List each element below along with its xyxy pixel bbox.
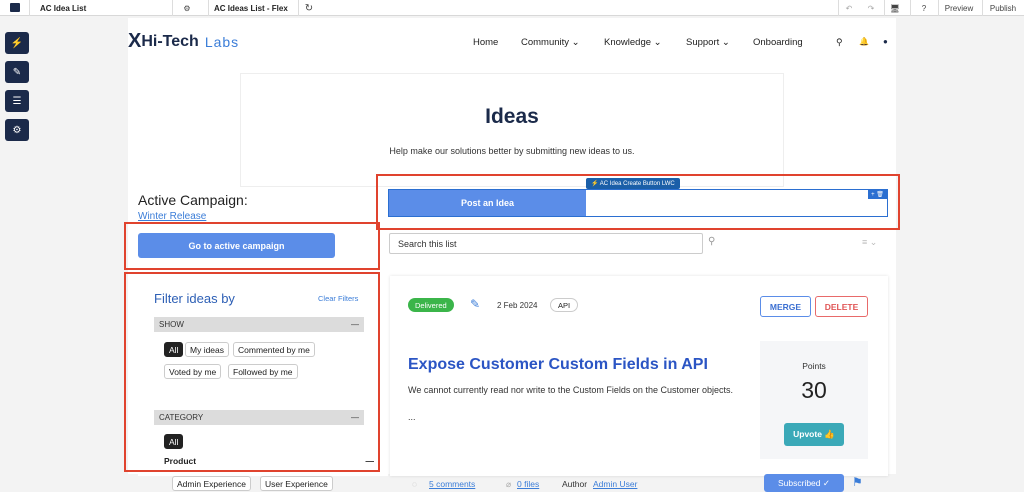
idea-title[interactable]: Expose Customer Custom Fields in API	[408, 356, 708, 374]
bell-icon[interactable]: 🔔	[859, 37, 869, 46]
files-link[interactable]: 0 files	[517, 479, 539, 489]
flag-icon[interactable]: ⚑	[852, 475, 863, 489]
active-campaign-label: Active Campaign:	[138, 192, 248, 208]
user-experience-chip[interactable]: User Experience	[260, 476, 333, 491]
author-label: Author	[562, 479, 588, 489]
theme-brush-icon[interactable]: ✎	[5, 61, 29, 83]
publish-button[interactable]: Publish	[986, 0, 1020, 16]
nav-support[interactable]: Support ⌄	[686, 37, 730, 48]
undo-icon[interactable]: ↶	[842, 0, 856, 16]
help-icon[interactable]: ?	[918, 0, 930, 16]
highlight-box	[124, 222, 380, 270]
upvote-button[interactable]: Upvote 👍	[784, 423, 844, 446]
comments-link[interactable]: 5 comments	[429, 479, 475, 489]
delete-button[interactable]: DELETE	[815, 296, 868, 317]
points-box: Points 30 Upvote 👍	[760, 341, 868, 459]
sort-icon[interactable]: ≡ ⌄	[862, 237, 877, 248]
builder-toolbar: AC Idea List ⚙ AC Ideas List - Flex ↻ ↶ …	[0, 0, 1024, 16]
nav-community[interactable]: Community ⌄	[521, 37, 580, 48]
refresh-icon[interactable]: ↻	[302, 0, 316, 16]
logo-name: Hi-Tech	[141, 32, 199, 50]
search-input[interactable]: Search this list	[389, 233, 703, 254]
redo-icon[interactable]: ↷	[864, 0, 878, 16]
idea-ellipsis: ...	[408, 412, 416, 422]
site-header: X Hi-Tech Labs Home Community ⌄ Knowledg…	[128, 18, 896, 68]
nav-knowledge[interactable]: Knowledge ⌄	[604, 37, 662, 48]
logo-mark-icon: X	[128, 30, 141, 52]
active-campaign-link[interactable]: Winter Release	[138, 211, 206, 222]
idea-card: Delivered ✎ 2 Feb 2024 API MERGE DELETE …	[390, 276, 888, 492]
view-selector[interactable]: AC Ideas List - Flex	[214, 0, 288, 16]
page-structure-icon[interactable]: ☰	[5, 90, 29, 112]
preview-button[interactable]: Preview	[940, 0, 978, 16]
settings-gear-icon[interactable]: ⚙	[5, 119, 29, 141]
idea-tag[interactable]: API	[550, 298, 579, 312]
points-value: 30	[801, 377, 827, 403]
site-logo[interactable]: X Hi-Tech Labs	[128, 30, 239, 53]
page-settings-gear-icon[interactable]: ⚙	[180, 0, 194, 16]
idea-date: 2 Feb 2024	[497, 301, 538, 310]
merge-button[interactable]: MERGE	[760, 296, 811, 317]
highlight-box	[124, 272, 380, 472]
edit-icon[interactable]: ✎	[470, 297, 480, 311]
nav-home[interactable]: Home	[473, 37, 498, 48]
logo-sub: Labs	[204, 33, 240, 50]
app-launcher-icon[interactable]	[0, 0, 30, 16]
idea-description: We cannot currently read nor write to th…	[408, 385, 733, 395]
search-icon[interactable]: ⚲	[836, 37, 843, 48]
nav-onboarding[interactable]: Onboarding	[753, 37, 803, 48]
components-lightning-icon[interactable]: ⚡	[5, 32, 29, 54]
avatar[interactable]: ●	[883, 37, 888, 46]
comments-icon: ◌	[412, 479, 418, 489]
device-preview-icon[interactable]: 🖥	[888, 0, 902, 16]
status-badge: Delivered	[408, 298, 454, 312]
page-subtitle: Help make our solutions better by submit…	[389, 146, 635, 156]
files-icon: ⌀	[506, 479, 512, 489]
points-label: Points	[802, 361, 826, 371]
lwc-tools[interactable]: + 🗑	[868, 190, 887, 199]
page-title: Ideas	[485, 105, 539, 128]
admin-experience-chip[interactable]: Admin Experience	[172, 476, 251, 491]
ideas-banner: Ideas Help make our solutions better by …	[240, 73, 784, 187]
search-icon[interactable]: ⚲	[708, 236, 715, 247]
site-canvas: X Hi-Tech Labs Home Community ⌄ Knowledg…	[124, 18, 900, 492]
post-idea-button[interactable]: Post an Idea	[389, 190, 586, 216]
page-selector[interactable]: AC Idea List	[40, 0, 86, 16]
lwc-component-tag[interactable]: ⚡ AC Idea Create Button LWC	[586, 178, 680, 189]
author-link[interactable]: Admin User	[593, 479, 637, 489]
subscribed-button[interactable]: Subscribed ✓	[764, 474, 844, 492]
